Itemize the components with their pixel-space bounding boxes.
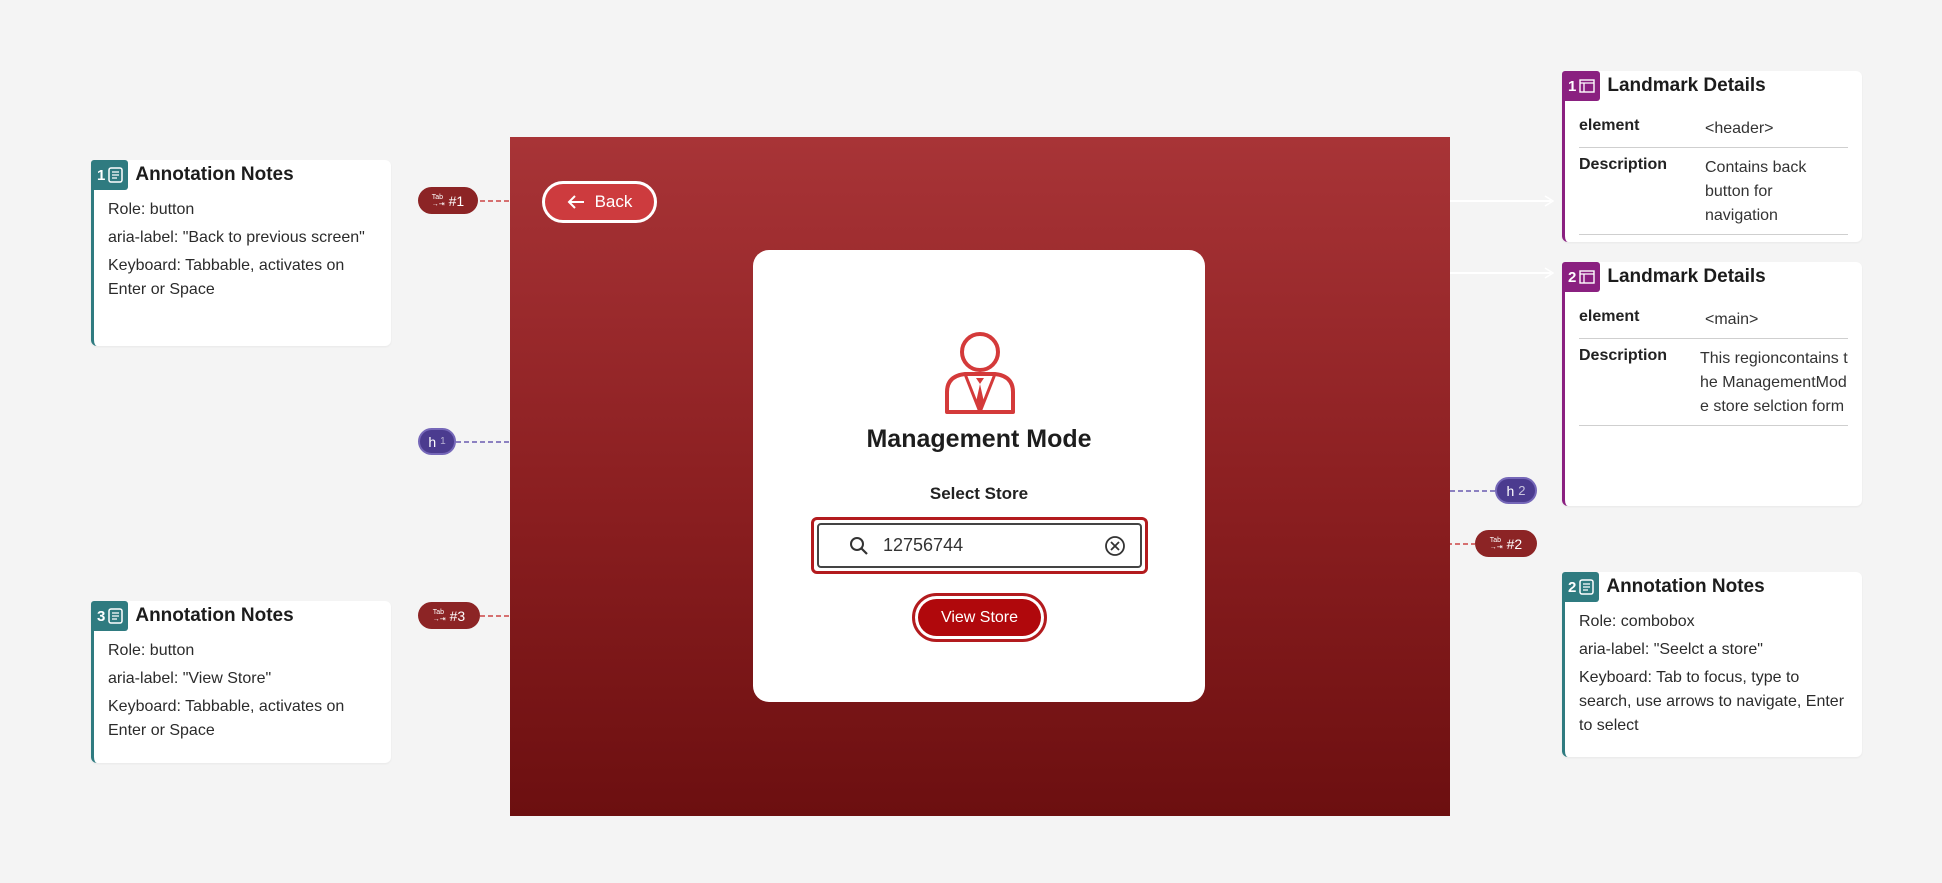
landmark-element-key: element xyxy=(1579,117,1640,134)
landmark-description-key: Description xyxy=(1579,347,1668,364)
note-icon xyxy=(108,167,124,183)
landmark-element-value: <header> xyxy=(1705,120,1774,137)
back-button[interactable]: Back xyxy=(542,181,657,223)
note-role: Role: combobox xyxy=(1579,613,1695,630)
annotation-note-3: 3 Annotation Notes Role: button aria-lab… xyxy=(91,601,391,763)
landmark-title: Landmark Details xyxy=(1607,75,1766,96)
tab-key-icon: Tab →⇥ xyxy=(431,193,445,208)
landmark-details-2: 2 Landmark Details element <main> Descri… xyxy=(1562,262,1862,506)
note-aria-label: aria-label: "View Store" xyxy=(108,670,272,687)
note-aria-label: aria-label: "Back to previous screen" xyxy=(108,229,365,246)
arrow-left-icon xyxy=(567,195,584,209)
landmark-icon xyxy=(1579,270,1596,284)
tab-stop-3-marker: Tab →⇥ #3 xyxy=(418,602,480,629)
heading-2-marker: h2 xyxy=(1495,477,1537,504)
note-role: Role: button xyxy=(108,201,195,218)
view-store-button[interactable]: View Store xyxy=(918,599,1041,636)
note-badge: 1 xyxy=(91,160,129,190)
landmark-element-value: <main> xyxy=(1705,311,1759,328)
manager-person-icon xyxy=(945,332,1015,414)
landmark-title: Landmark Details xyxy=(1607,266,1766,287)
landmark-badge: 2 xyxy=(1562,262,1601,292)
store-search-combobox[interactable]: 12756744 xyxy=(811,517,1148,574)
note-aria-label: aria-label: "Seelct a store" xyxy=(1579,641,1763,658)
note-title: Annotation Notes xyxy=(1606,576,1765,597)
search-input[interactable]: 12756744 xyxy=(883,535,1104,556)
note-badge: 3 xyxy=(91,601,129,631)
note-role: Role: button xyxy=(108,642,195,659)
search-icon xyxy=(850,536,868,555)
tab-stop-2-marker: Tab →⇥ #2 xyxy=(1475,530,1537,557)
store-search-field[interactable]: 12756744 xyxy=(817,523,1142,568)
view-store-button-focus-ring: View Store xyxy=(912,593,1047,642)
clear-circle-icon[interactable] xyxy=(1104,535,1126,557)
note-keyboard: Keyboard: Tabbable, activates on Enter o… xyxy=(108,257,345,298)
note-keyboard: Keyboard: Tab to focus, type to search, … xyxy=(1579,669,1845,734)
back-button-label: Back xyxy=(594,192,633,211)
tab-key-icon: Tab →⇥ xyxy=(1489,536,1503,551)
note-icon xyxy=(1579,579,1595,595)
page-heading: Management Mode xyxy=(866,425,1092,453)
landmark-description-value: Contains back button for navigation xyxy=(1705,159,1807,224)
landmark-details-1: 1 Landmark Details element <header> Desc… xyxy=(1562,71,1862,242)
note-title: Annotation Notes xyxy=(135,164,294,185)
note-icon xyxy=(108,608,124,624)
tab-key-icon: Tab →⇥ xyxy=(432,608,446,623)
landmark-badge: 1 xyxy=(1562,71,1601,101)
annotation-note-2: 2 Annotation Notes Role: combobox aria-l… xyxy=(1562,572,1862,757)
heading-1-marker: h1 xyxy=(418,428,456,455)
note-keyboard: Keyboard: Tabbable, activates on Enter o… xyxy=(108,698,345,739)
select-store-label: Select Store xyxy=(929,484,1029,503)
note-badge: 2 xyxy=(1562,572,1600,602)
landmark-description-key: Description xyxy=(1579,156,1668,173)
annotation-note-1: 1 Annotation Notes Role: button aria-lab… xyxy=(91,160,391,346)
landmark-icon xyxy=(1579,79,1596,93)
note-title: Annotation Notes xyxy=(135,605,294,626)
tab-stop-1-marker: Tab →⇥ #1 xyxy=(418,187,478,214)
landmark-description-value: This regioncontains the ManagementMode s… xyxy=(1700,350,1848,415)
landmark-element-key: element xyxy=(1579,308,1640,325)
